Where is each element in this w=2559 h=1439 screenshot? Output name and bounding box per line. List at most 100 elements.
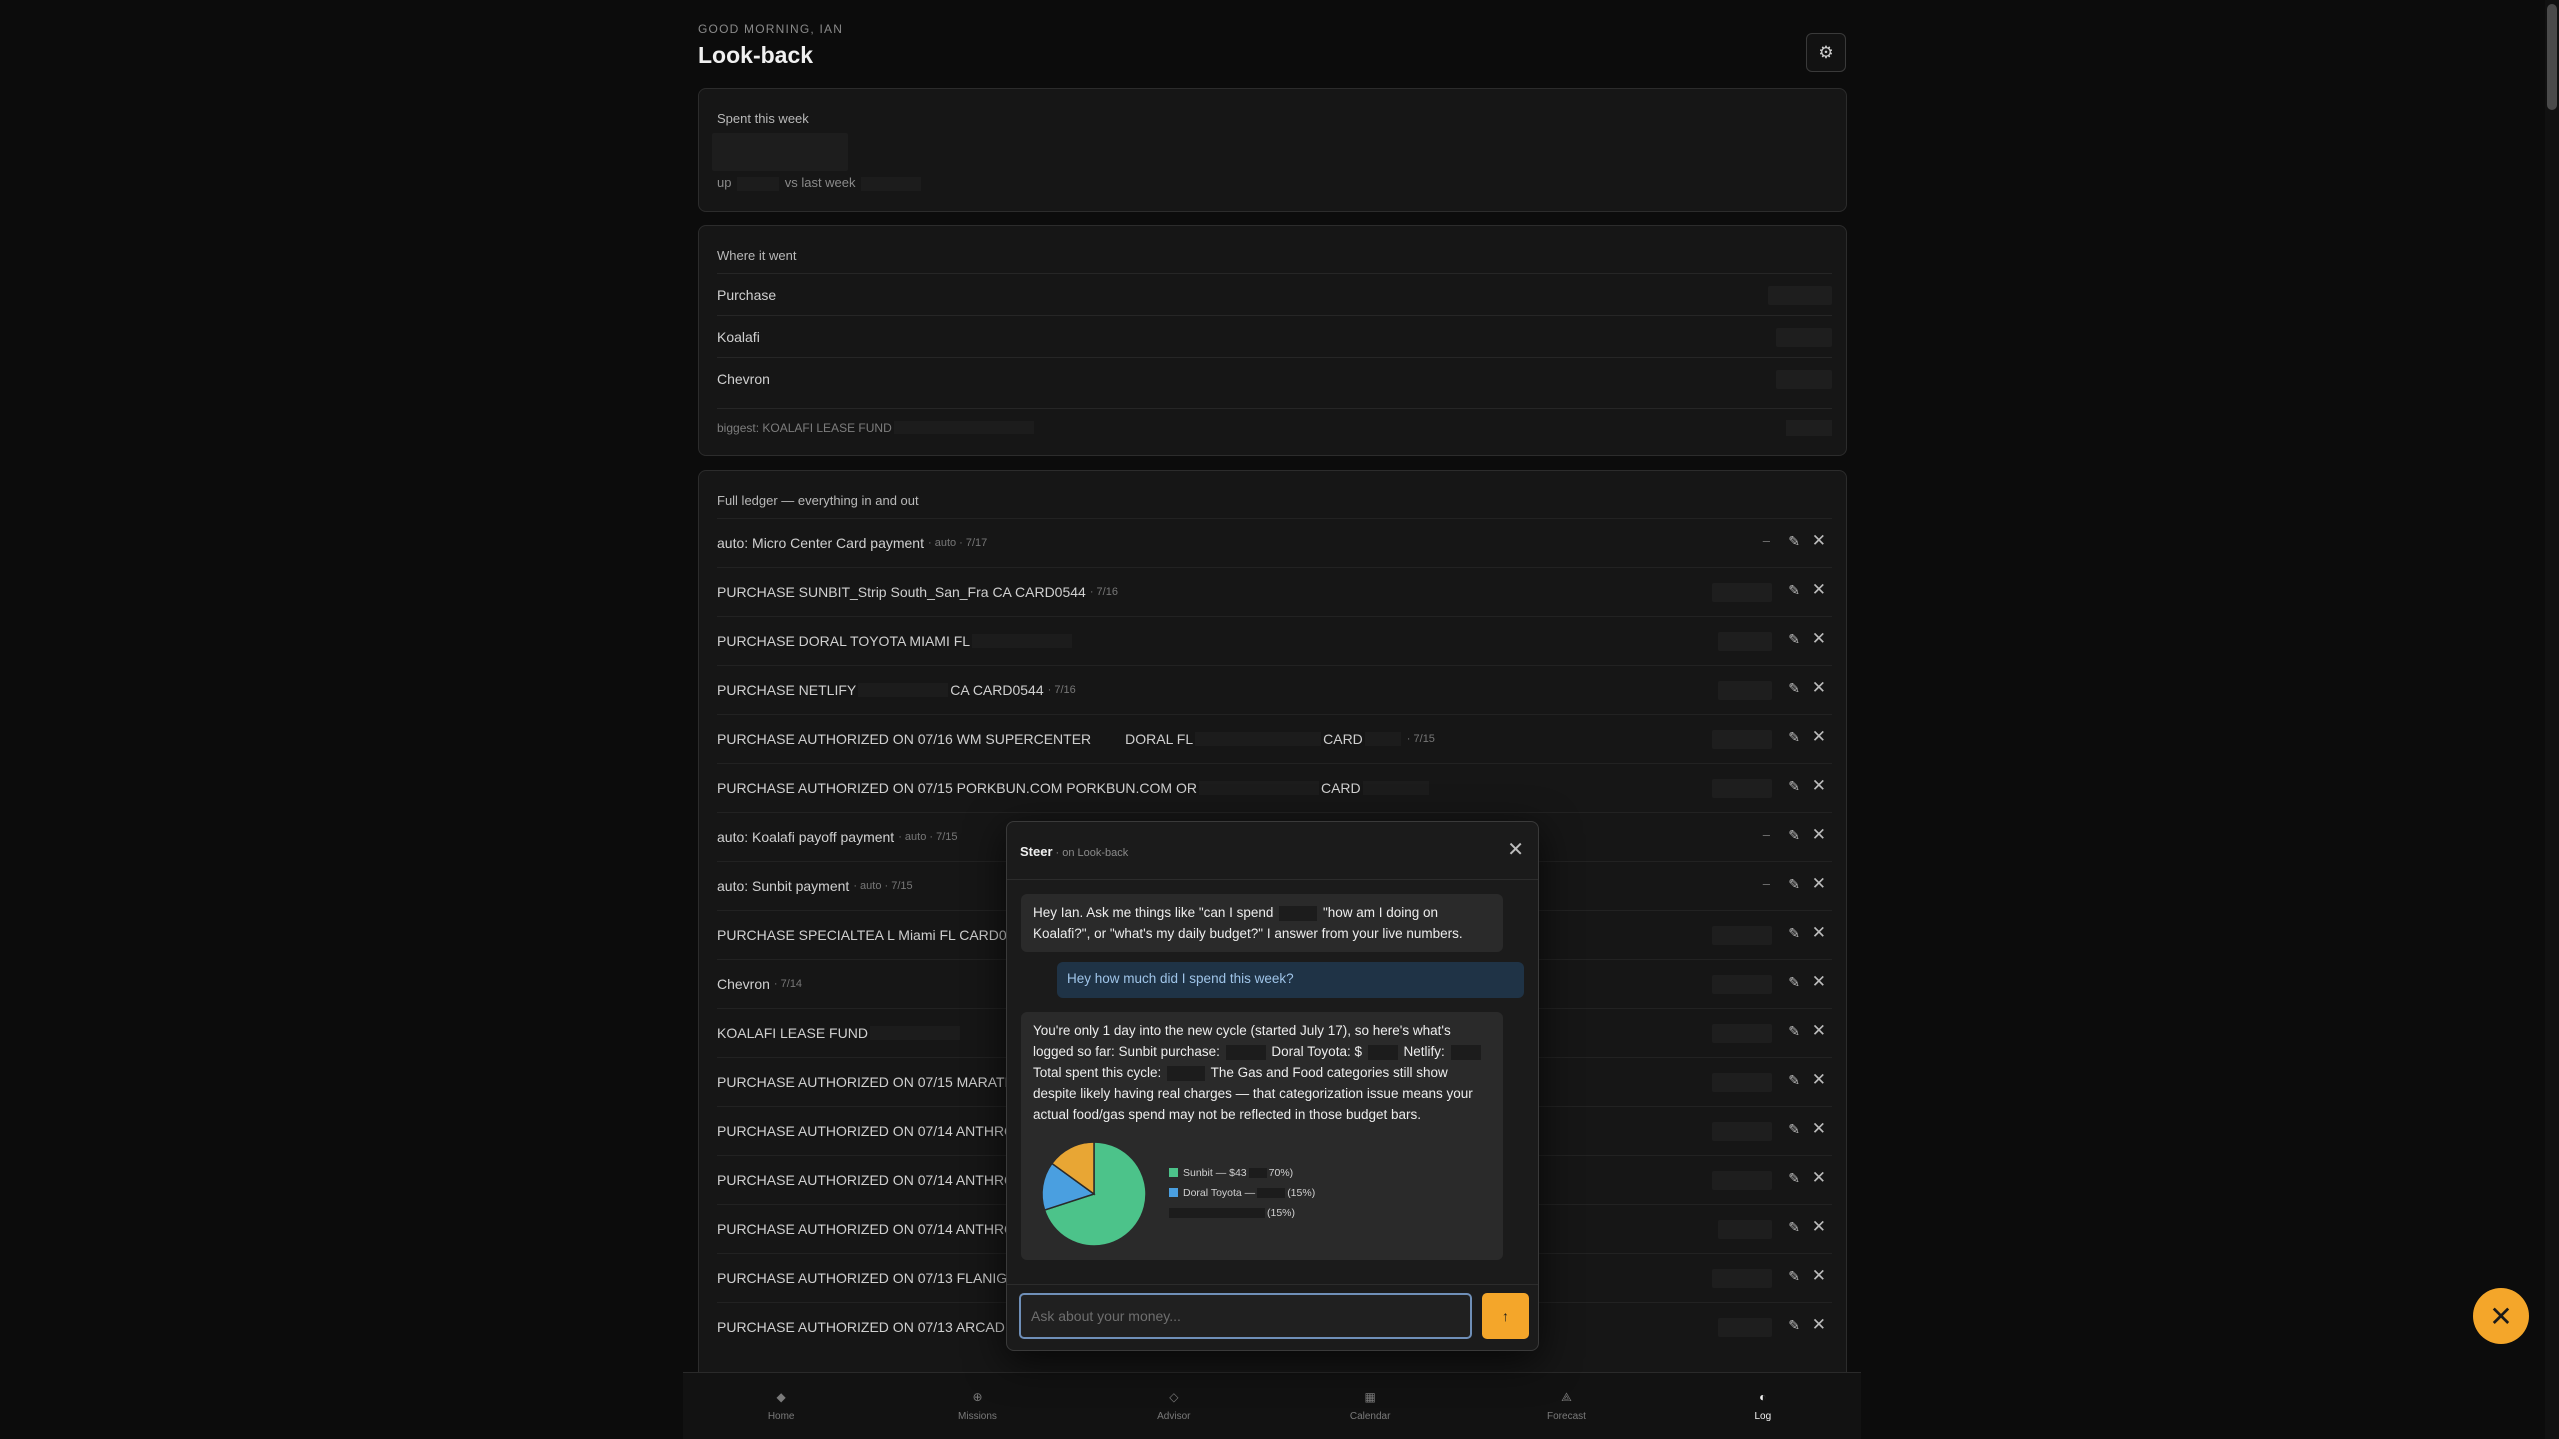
edit-icon[interactable]: ✎ (1788, 876, 1800, 893)
delete-icon[interactable]: ✕ (1812, 776, 1826, 796)
category-amount-redacted (1768, 286, 1832, 305)
ledger-amount-redacted (1712, 779, 1772, 798)
chat-subtitle: · on Look-back (1055, 847, 1129, 859)
ledger-description: PURCHASE AUTHORIZED ON 07/13 ARCADE T (717, 1319, 1027, 1335)
edit-icon[interactable]: ✎ (1788, 631, 1800, 648)
category-row[interactable]: Koalafi (717, 315, 1832, 357)
category-label: Purchase (717, 286, 777, 303)
spent-amount-redacted (712, 133, 848, 171)
edit-icon[interactable]: ✎ (1788, 974, 1800, 991)
biggest-amount-redacted (1786, 420, 1832, 436)
ledger-label: Full ledger — everything in and out (717, 493, 919, 508)
scrollbar-thumb[interactable] (2547, 4, 2557, 110)
edit-icon[interactable]: ✎ (1788, 1121, 1800, 1138)
spent-this-week-card: Spent this week up vs last week (698, 88, 1847, 212)
category-row[interactable]: Chevron (717, 357, 1832, 399)
message-text: Total spent this cycle: (1033, 1065, 1162, 1080)
ledger-row[interactable]: PURCHASE DORAL TOYOTA MIAMI FL ✎ ✕ (717, 616, 1832, 665)
nav-label: Missions (958, 1410, 997, 1422)
redacted-value (972, 634, 1073, 648)
edit-icon[interactable]: ✎ (1788, 1170, 1800, 1187)
edit-icon[interactable]: ✎ (1788, 1219, 1800, 1236)
edit-icon[interactable]: ✎ (1788, 1072, 1800, 1089)
ledger-amount-redacted (1718, 681, 1772, 700)
edit-icon[interactable]: ✎ (1788, 680, 1800, 697)
ledger-amount-redacted (1712, 1171, 1772, 1190)
nav-forecast[interactable]: ⟁ Forecast (1468, 1373, 1664, 1439)
edit-icon[interactable]: ✎ (1788, 925, 1800, 942)
delete-icon[interactable]: ✕ (1812, 678, 1826, 698)
ledger-amount-redacted (1712, 583, 1772, 602)
redacted-value (1167, 1065, 1206, 1081)
close-icon[interactable]: ✕ (1507, 837, 1524, 862)
edit-icon[interactable]: ✎ (1788, 582, 1800, 599)
where-it-went-card: Where it went Purchase Koalafi Chevron b… (698, 225, 1847, 456)
ledger-description: PURCHASE AUTHORIZED ON 07/14 ANTHROP (717, 1221, 1025, 1237)
bottom-nav: ◆ Home ⊕ Missions ◇ Advisor ▦ Calendar ⟁… (683, 1372, 1861, 1439)
delete-icon[interactable]: ✕ (1812, 629, 1826, 649)
ledger-row[interactable]: auto: Micro Center Card payment · auto ·… (717, 518, 1832, 567)
chat-input[interactable] (1019, 1293, 1472, 1339)
ledger-description: PURCHASE NETLIFY (717, 682, 857, 698)
nav-label: Forecast (1547, 1410, 1586, 1422)
spent-comparison-suffix: vs last week (784, 175, 856, 190)
biggest-label: biggest: KOALAFI LEASE FUND (717, 420, 892, 435)
delete-icon[interactable]: ✕ (1812, 1315, 1826, 1335)
chat-title-text: Steer (1020, 844, 1053, 859)
category-amount-redacted (1776, 328, 1832, 347)
scrollbar-track[interactable] (2545, 0, 2559, 1439)
redacted-value (893, 421, 1034, 434)
delete-icon[interactable]: ✕ (1812, 825, 1826, 845)
delete-icon[interactable]: ✕ (1812, 1168, 1826, 1188)
assistant-message: Hey Ian. Ask me things like "can I spend… (1021, 894, 1503, 952)
legend-label: Sunbit — $43 (1183, 1167, 1247, 1179)
category-row[interactable]: Purchase (717, 273, 1832, 315)
delete-icon[interactable]: ✕ (1812, 972, 1826, 992)
ledger-row[interactable]: PURCHASE AUTHORIZED ON 07/16 WM SUPERCEN… (717, 714, 1832, 763)
greeting: GOOD MORNING, IAN (698, 22, 844, 36)
ledger-meta: · 7/14 (773, 978, 803, 990)
edit-icon[interactable]: ✎ (1788, 827, 1800, 844)
ledger-row[interactable]: PURCHASE SUNBIT_Strip South_San_Fra CA C… (717, 567, 1832, 616)
send-button[interactable]: ↑ (1482, 1293, 1529, 1339)
delete-icon[interactable]: ✕ (1812, 1119, 1826, 1139)
delete-icon[interactable]: ✕ (1812, 1021, 1826, 1041)
edit-icon[interactable]: ✎ (1788, 778, 1800, 795)
delete-icon[interactable]: ✕ (1812, 1266, 1826, 1286)
edit-icon[interactable]: ✎ (1788, 1023, 1800, 1040)
delete-icon[interactable]: ✕ (1812, 923, 1826, 943)
delete-icon[interactable]: ✕ (1812, 727, 1826, 747)
ledger-description: PURCHASE AUTHORIZED ON 07/16 WM SUPERCEN… (717, 731, 1092, 747)
nav-missions[interactable]: ⊕ Missions (879, 1373, 1075, 1439)
nav-advisor[interactable]: ◇ Advisor (1076, 1373, 1272, 1439)
ledger-description: Chevron (717, 976, 770, 992)
spent-label: Spent this week (717, 111, 809, 126)
ledger-amount-redacted (1718, 632, 1772, 651)
ledger-meta: · auto · 7/17 (927, 537, 988, 549)
edit-icon[interactable]: ✎ (1788, 729, 1800, 746)
redacted-value (1195, 732, 1322, 746)
delete-icon[interactable]: ✕ (1812, 1070, 1826, 1090)
edit-icon[interactable]: ✎ (1788, 533, 1800, 550)
ledger-description: PURCHASE AUTHORIZED ON 07/14 ANTHROP (717, 1172, 1025, 1188)
redacted-value (737, 176, 780, 191)
close-chat-fab[interactable]: ✕ (2473, 1288, 2529, 1344)
ledger-description-cont: CA CARD0544 (950, 682, 1044, 698)
delete-icon[interactable]: ✕ (1812, 580, 1826, 600)
nav-log[interactable]: ◐ Log (1665, 1373, 1861, 1439)
ledger-description: KOALAFI LEASE FUND (717, 1025, 868, 1041)
nav-calendar[interactable]: ▦ Calendar (1272, 1373, 1468, 1439)
ledger-description: PURCHASE AUTHORIZED ON 07/14 ANTHROP (717, 1123, 1025, 1139)
message-text: Hey Ian. Ask me things like "can I spend (1033, 905, 1274, 920)
ledger-row[interactable]: PURCHASE NETLIFY CA CARD0544 · 7/16 ✎ ✕ (717, 665, 1832, 714)
delete-icon[interactable]: ✕ (1812, 531, 1826, 551)
delete-icon[interactable]: ✕ (1812, 874, 1826, 894)
forecast-icon: ⟁ (1561, 1389, 1572, 1404)
edit-icon[interactable]: ✎ (1788, 1268, 1800, 1285)
nav-home[interactable]: ◆ Home (683, 1373, 879, 1439)
edit-icon[interactable]: ✎ (1788, 1317, 1800, 1334)
ledger-row[interactable]: PURCHASE AUTHORIZED ON 07/15 PORKBUN.COM… (717, 763, 1832, 812)
settings-button[interactable]: ⚙ (1806, 33, 1846, 72)
category-label: Koalafi (717, 328, 760, 345)
delete-icon[interactable]: ✕ (1812, 1217, 1826, 1237)
